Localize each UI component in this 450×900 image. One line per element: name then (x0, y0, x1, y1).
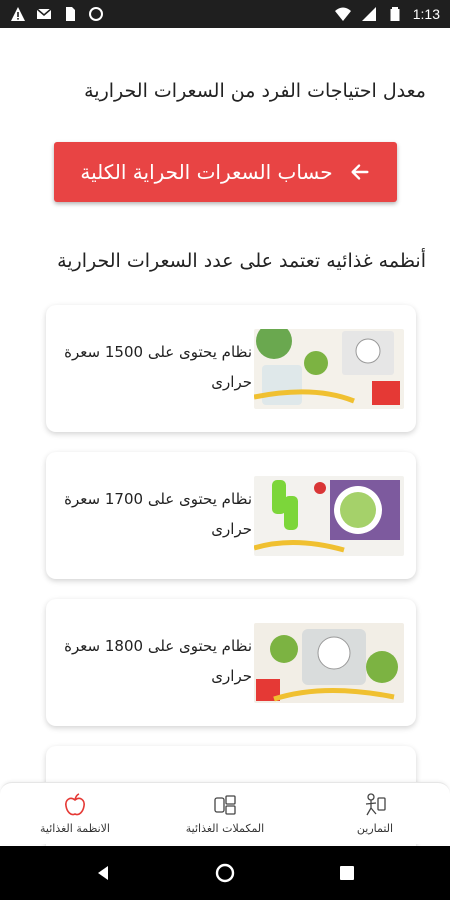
wifi-icon (334, 6, 351, 22)
supplements-icon (212, 792, 238, 818)
diets-title: أنظمه غذائيه تعتمد على عدد السعرات الحرا… (57, 250, 426, 272)
status-time: 1:13 (412, 6, 440, 22)
warning-icon (10, 6, 26, 22)
diet-card-1800[interactable]: نظام يحتوى على 1800 سعرة حرارى (46, 599, 416, 726)
nav-label: التمارين (356, 822, 394, 835)
signal-icon (361, 6, 377, 22)
diet-image-scale-apple (254, 329, 404, 409)
recents-icon[interactable] (336, 862, 358, 884)
back-icon[interactable] (92, 862, 114, 884)
diet-label: نظام يحتوى على 1800 سعرة حرارى (64, 637, 252, 685)
nav-label: الانظمة الغذائية (40, 822, 110, 835)
calculate-total-calories-button[interactable]: حساب السعرات الحراية الكلية (54, 142, 397, 202)
nav-label: المكملات الغذائية (185, 822, 265, 835)
diet-image-dumbbells-salad (254, 476, 404, 556)
exercise-icon (362, 792, 388, 818)
battery-icon (387, 6, 403, 22)
sim-icon (62, 6, 78, 22)
home-icon[interactable] (214, 862, 236, 884)
bottom-navigation: الانظمة الغذائية المكملات الغذائية التما… (0, 782, 450, 844)
diet-image-apples-scale (254, 623, 404, 703)
circle-icon (88, 6, 104, 22)
arrow-left-icon (349, 161, 371, 183)
calorie-needs-title: معدل احتياجات الفرد من السعرات الحرارية (84, 80, 426, 102)
diet-label: نظام يحتوى على 1700 سعرة حرارى (64, 490, 252, 538)
diet-card-1500[interactable]: نظام يحتوى على 1500 سعرة حرارى (46, 305, 416, 432)
diet-card-1700[interactable]: نظام يحتوى على 1700 سعرة حرارى (46, 452, 416, 579)
apple-icon (62, 792, 88, 818)
nav-supplements[interactable]: المكملات الغذائية (150, 783, 300, 844)
nav-exercises[interactable]: التمارين (300, 783, 450, 844)
system-navigation-bar (0, 846, 450, 900)
status-bar: 1:13 (0, 0, 450, 28)
nav-diets[interactable]: الانظمة الغذائية (0, 783, 150, 844)
diet-label: نظام يحتوى على 1500 سعرة حرارى (64, 343, 252, 391)
calculate-button-label: حساب السعرات الحراية الكلية (80, 160, 333, 184)
gmail-icon (36, 6, 52, 22)
